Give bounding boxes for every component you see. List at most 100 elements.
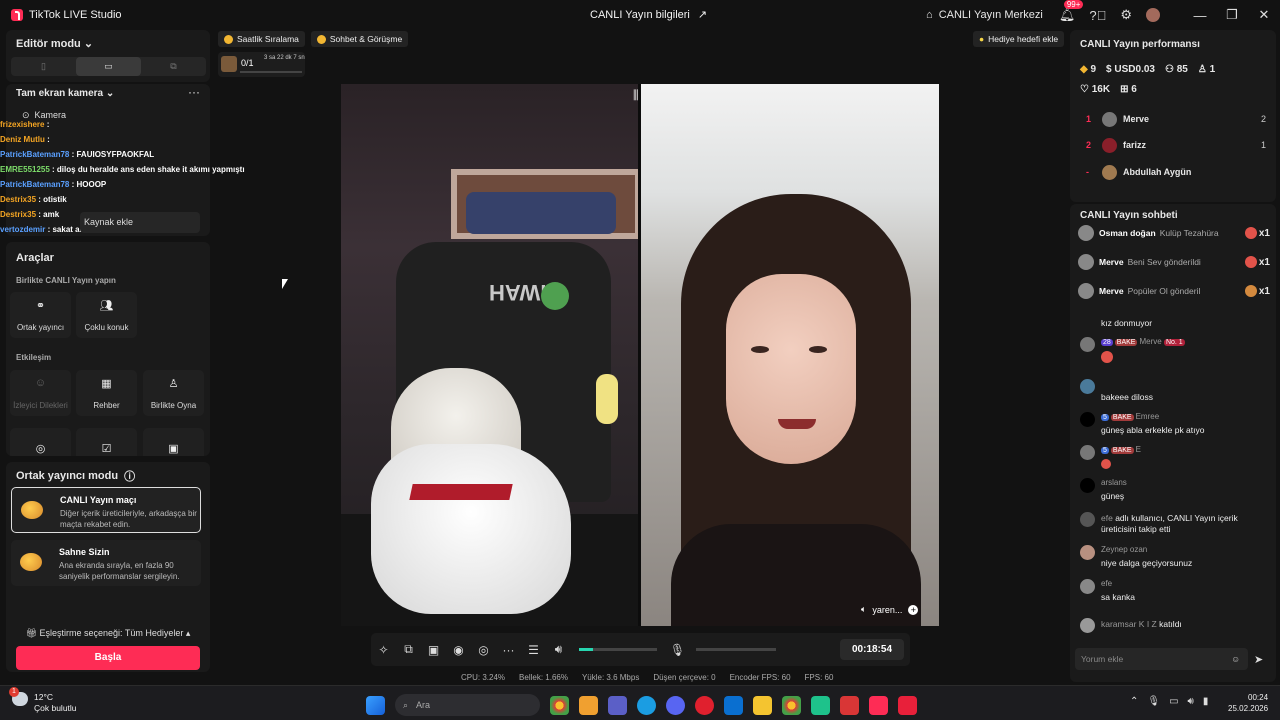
ranking-row[interactable]: 2 farizz 1	[1086, 135, 1266, 155]
gift-option-dropdown[interactable]: 🎁︎ Eşleştirme seçeneği: Tüm Hediyeler ▴	[6, 628, 210, 639]
viewer-requests-label: İzleyici Dilekleri	[13, 400, 68, 410]
multi-guest-button[interactable]: 👥︎ Çoklu konuk	[76, 292, 137, 338]
hourly-ranking-chip[interactable]: Saatlik Sıralama	[218, 31, 305, 47]
cohost-button[interactable]: ⚭ Ortak yayıncı	[10, 292, 71, 338]
close-button[interactable]: ✕	[1248, 7, 1280, 23]
settings-sliders-icon[interactable]: ☰	[521, 643, 546, 657]
mic-icon[interactable]: 🎙︎	[1147, 696, 1160, 707]
more-icon[interactable]: ···	[496, 643, 521, 657]
app-icon[interactable]	[840, 695, 859, 715]
emoji-icon[interactable]: ☺	[1231, 648, 1240, 670]
overlay-row: PatrickBateman78 : FAUIOSYFPAOKFAL	[0, 150, 155, 159]
taskbar: 1 12°C Çok bulutlu ⌕ Ara ⌃ 🎙︎ ▭ 🔊︎ ▮ 00:24…	[0, 685, 1280, 720]
app-icon[interactable]	[811, 695, 830, 715]
dual-option[interactable]: ⧉	[141, 57, 206, 76]
live-center-button[interactable]: ⌂ CANLI Yayın Merkezi	[926, 9, 1043, 21]
volume-slider[interactable]	[579, 648, 657, 651]
diamond-count: 9	[1090, 64, 1097, 75]
record-icon[interactable]: ◉	[446, 643, 471, 657]
gift-goal-chip[interactable]: ● Hediye hedefi ekle	[973, 31, 1065, 47]
layout-toggle-icon[interactable]: ⫼	[633, 88, 639, 103]
chrome-icon[interactable]	[782, 695, 801, 715]
chrome-icon[interactable]	[550, 695, 569, 715]
system-tray: ⌃ 🎙︎ ▭ 🔊︎ ▮	[1130, 696, 1208, 707]
landscape-option[interactable]: ▭	[76, 57, 141, 76]
overlay-row: PatrickBateman78 : HOOOP	[0, 180, 107, 189]
more-icon[interactable]: ···	[188, 85, 200, 99]
cohost-mode-panel: Ortak yayıncı modu ⓘ CANLI Yayın maçı Diğ…	[6, 462, 210, 672]
temperature: 12°C	[34, 692, 53, 702]
editor-mode-dropdown[interactable]: Editör modu ⌄	[16, 37, 93, 50]
viewer-requests-button[interactable]: ☺ İzleyici Dilekleri	[10, 370, 71, 416]
users-icon: 👥︎	[99, 299, 114, 312]
comment-input[interactable]: Yorum ekle ☺	[1075, 648, 1248, 670]
chevron-up-icon[interactable]: ⌃	[1130, 696, 1138, 707]
play-together-button[interactable]: ♙ Birlikte Oyna	[143, 370, 204, 416]
add-icon[interactable]: +	[908, 604, 919, 615]
stage-card[interactable]: Sahne Sizin Ana ekranda sırayla, en fazl…	[11, 540, 201, 586]
mic-icon[interactable]: 🎙︎	[665, 643, 690, 657]
live-info-label: CANLI Yayın bilgileri	[590, 8, 690, 21]
start-button[interactable]: Başla	[16, 646, 200, 670]
folder-icon[interactable]	[753, 695, 772, 715]
tool-button-3[interactable]: ▣	[143, 428, 204, 456]
help-icon[interactable]: ?⃝	[1089, 8, 1106, 23]
tool-button-2[interactable]: ☑	[76, 428, 137, 456]
maximize-button[interactable]: ❐	[1216, 7, 1248, 23]
discord-icon[interactable]	[666, 695, 685, 715]
add-source-button[interactable]: Kaynak ekle	[80, 212, 200, 233]
help-icon[interactable]: ⓘ	[124, 468, 135, 484]
effects-icon[interactable]: ✧	[371, 643, 396, 657]
diamond-icon: ◆	[1080, 64, 1088, 75]
teams-icon[interactable]	[608, 695, 627, 715]
weather-text: Çok bulutlu	[34, 703, 77, 713]
screen-icon[interactable]: ▣	[421, 643, 446, 657]
minimize-button[interactable]: —	[1184, 8, 1216, 23]
tool-button-1[interactable]: ◎	[10, 428, 71, 456]
chat-meet-chip[interactable]: Sohbet & Görüşme	[310, 31, 409, 47]
weather-widget[interactable]: 1 12°C Çok bulutlu	[9, 687, 77, 714]
multi-guest-label: Çoklu konuk	[84, 322, 129, 332]
ranking-row[interactable]: 1 Merve 2	[1086, 109, 1266, 129]
windows-start-icon[interactable]	[366, 695, 385, 715]
speaker-icon[interactable]: 🔊︎	[1188, 696, 1194, 707]
ranking-row[interactable]: - Abdullah Aygün	[1086, 162, 1266, 182]
send-icon[interactable]: ➤	[1254, 653, 1263, 666]
viewers-metric: ⚇ 85	[1165, 64, 1188, 75]
youtube-icon[interactable]	[898, 695, 917, 715]
edge-icon[interactable]	[637, 695, 656, 715]
battery-icon[interactable]: ▮	[1203, 696, 1209, 707]
gift-count: 6	[1131, 84, 1137, 95]
layout-icon[interactable]: ⧉	[396, 642, 421, 657]
guest-tag[interactable]: 🔈︎ yaren... +	[861, 604, 919, 615]
video-preview[interactable]: HAWK ⫼ 🔈︎ yaren... +	[341, 84, 939, 626]
gear-icon[interactable]: ⚙	[1120, 7, 1132, 23]
live-match-card[interactable]: CANLI Yayın maçı Diğer içerik üreticiler…	[11, 487, 201, 533]
message-text: efe adlı kullanıcı, CANLI Yayın içerik ü…	[1101, 513, 1266, 535]
portrait-option[interactable]: ▯	[11, 57, 76, 76]
rank-score: 1	[1260, 140, 1266, 150]
clock[interactable]: 00:24 25.02.2026	[1228, 692, 1268, 714]
capture-icon[interactable]: ◎	[471, 643, 496, 657]
mic-slider[interactable]	[696, 648, 776, 651]
network-icon[interactable]: ▭	[1169, 696, 1178, 707]
taskbar-search[interactable]: ⌕ Ara	[395, 694, 540, 716]
goal-progress[interactable]: 0/1 3 sa 22 dk 7 sn	[218, 52, 305, 77]
avatar[interactable]	[1146, 8, 1160, 22]
gift-text: Kulüp Tezahüra	[1159, 228, 1219, 238]
live-info-button[interactable]: CANLI Yayın bilgileri ↗	[590, 8, 707, 22]
gift-count: x1	[1258, 227, 1270, 239]
guide-button[interactable]: ▦ Rehber	[76, 370, 137, 416]
message-text: sa kanka	[1101, 592, 1136, 602]
volume-icon[interactable]: 🔊︎	[546, 642, 571, 657]
opera-icon[interactable]	[695, 695, 714, 715]
avatar	[1080, 545, 1095, 560]
user-name: Emree	[1135, 412, 1160, 421]
mail-icon[interactable]	[724, 695, 743, 715]
performance-title: CANLI Yayın performansı	[1080, 39, 1200, 50]
store-icon[interactable]	[579, 695, 598, 715]
scene-dropdown[interactable]: Tam ekran kamera ⌄	[16, 88, 114, 99]
notifications-button[interactable]: 🔔︎ 99+	[1059, 0, 1084, 23]
tiktok-icon[interactable]	[869, 695, 888, 715]
message-text: niye dalga geçiyorsunuz	[1101, 558, 1193, 568]
